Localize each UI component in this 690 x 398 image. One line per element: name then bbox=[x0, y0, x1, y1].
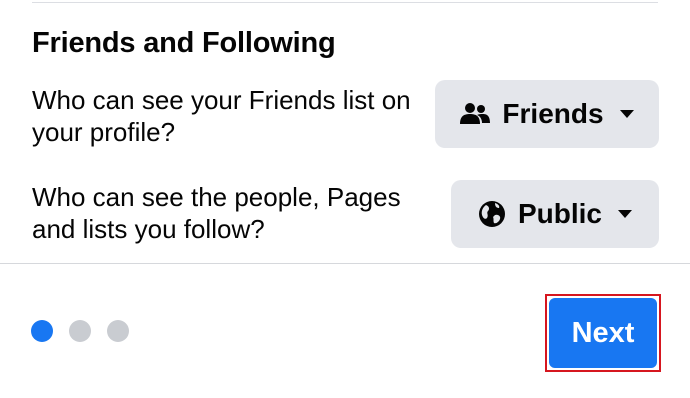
public-audience-label: Public bbox=[517, 198, 602, 229]
following-audience-button[interactable]: Public bbox=[451, 180, 659, 248]
step-dot bbox=[107, 320, 129, 342]
following-question: Who can see the people, Pages and lists … bbox=[32, 182, 401, 244]
top-divider bbox=[32, 2, 658, 3]
step-dot bbox=[69, 320, 91, 342]
next-button[interactable]: Next bbox=[549, 298, 657, 368]
caret-down-icon bbox=[619, 109, 634, 119]
friends-audience-label: Friends bbox=[502, 98, 604, 129]
globe-icon bbox=[478, 200, 506, 228]
step-indicator bbox=[31, 320, 129, 342]
caret-down-icon bbox=[618, 209, 632, 219]
section-title: Friends and Following bbox=[32, 27, 336, 59]
friends-icon bbox=[460, 102, 491, 126]
step-dot-active bbox=[31, 320, 53, 342]
footer-divider bbox=[0, 263, 690, 264]
friends-list-question: Who can see your Friends list on your pr… bbox=[32, 85, 411, 147]
friends-list-audience-button[interactable]: Friends bbox=[435, 80, 659, 148]
